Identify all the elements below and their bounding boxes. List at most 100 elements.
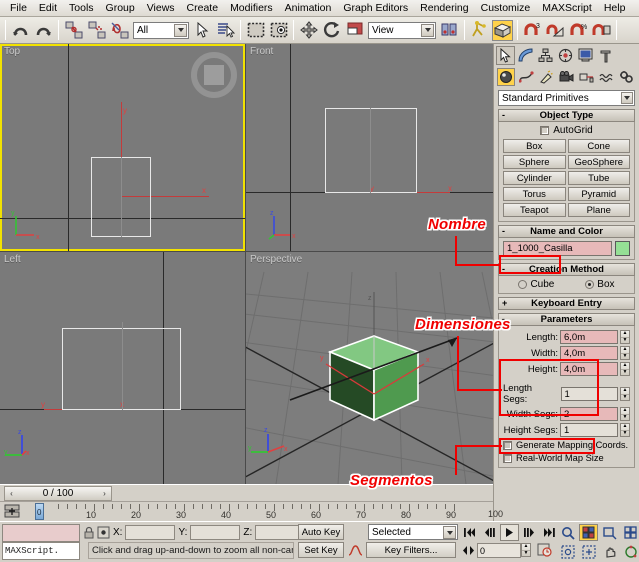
width-spinner[interactable]: ▲▼: [620, 346, 630, 360]
plane-button[interactable]: Plane: [568, 203, 631, 217]
height-spinner[interactable]: ▲▼: [620, 362, 630, 376]
snap-toggle-3-icon[interactable]: 3: [522, 20, 543, 41]
view-cube-face[interactable]: [204, 65, 224, 85]
name-and-color-expander[interactable]: -: [502, 226, 505, 236]
go-to-start-icon[interactable]: [460, 524, 479, 541]
auto-key-button[interactable]: Auto Key: [298, 524, 344, 540]
track-bar-handle[interactable]: [35, 503, 44, 520]
menu-item-maxscript[interactable]: MAXScript: [536, 1, 598, 15]
generate-mapping-coords-checkbox[interactable]: [503, 441, 512, 450]
field-of-view-icon[interactable]: [558, 543, 577, 560]
width-segs-spinner[interactable]: ▲▼: [620, 407, 630, 421]
key-step-icon[interactable]: [461, 543, 475, 558]
named-selection-sets-icon[interactable]: [469, 20, 490, 41]
cylinder-button[interactable]: Cylinder: [503, 171, 566, 185]
teapot-button[interactable]: Teapot: [503, 203, 566, 217]
pan-view-icon[interactable]: [600, 543, 619, 560]
cameras-button[interactable]: [557, 68, 575, 86]
utilities-tab[interactable]: [596, 46, 615, 65]
creation-method-expander[interactable]: -: [502, 264, 505, 274]
display-tab[interactable]: [576, 46, 595, 65]
redo-icon[interactable]: [33, 20, 54, 41]
create-tab[interactable]: [496, 46, 515, 65]
play-animation-icon[interactable]: [500, 524, 519, 541]
window-crossing-icon[interactable]: [268, 20, 289, 41]
zoom-all-icon[interactable]: [579, 524, 598, 541]
angle-snap-toggle-icon[interactable]: [545, 20, 566, 41]
menu-item-create[interactable]: Create: [181, 1, 225, 15]
length-spinner[interactable]: ▲▼: [620, 330, 630, 344]
object-type-expander[interactable]: -: [502, 110, 505, 120]
viewport-top[interactable]: Top y x y x: [0, 44, 245, 251]
modify-tab[interactable]: [516, 46, 535, 65]
menu-item-customize[interactable]: Customize: [475, 1, 537, 15]
select-object-icon[interactable]: [192, 20, 213, 41]
absolute-relative-transform-icon[interactable]: [97, 526, 110, 539]
object-type-header[interactable]: - Object Type: [498, 109, 635, 122]
menu-item-animation[interactable]: Animation: [279, 1, 338, 15]
lights-button[interactable]: [537, 68, 555, 86]
chevron-down-icon[interactable]: [174, 24, 187, 37]
select-and-scale-icon[interactable]: [344, 20, 365, 41]
pyramid-button[interactable]: Pyramid: [568, 187, 631, 201]
current-frame-spinner[interactable]: 0 ▲▼: [477, 543, 531, 558]
autogrid-checkbox[interactable]: [540, 126, 549, 135]
creation-method-header[interactable]: - Creation Method: [498, 263, 635, 276]
arc-rotate-icon[interactable]: [621, 543, 639, 560]
zoom-region-icon[interactable]: [579, 543, 598, 560]
menu-item-help[interactable]: Help: [598, 1, 632, 15]
coord-x-field[interactable]: [125, 525, 175, 540]
set-key-button[interactable]: Set Key: [298, 542, 344, 558]
box-button[interactable]: Box: [503, 139, 566, 153]
cube-radio[interactable]: [518, 280, 527, 289]
geosphere-button[interactable]: GeoSphere: [568, 155, 631, 169]
current-frame-field[interactable]: 0: [477, 543, 521, 558]
go-to-end-icon[interactable]: [540, 524, 559, 541]
rectangular-selection-region-icon[interactable]: [245, 20, 266, 41]
name-field[interactable]: 1_1000_Casilla: [503, 241, 612, 256]
width-field[interactable]: 4,0m: [560, 346, 618, 360]
menu-item-graph-editors[interactable]: Graph Editors: [337, 1, 414, 15]
view-cube-icon[interactable]: [191, 52, 237, 98]
chevron-down-icon[interactable]: [421, 24, 434, 37]
coord-y-field[interactable]: [190, 525, 240, 540]
motion-tab[interactable]: [556, 46, 575, 65]
menu-item-modifiers[interactable]: Modifiers: [224, 1, 279, 15]
torus-button[interactable]: Torus: [503, 187, 566, 201]
menu-item-views[interactable]: Views: [141, 1, 181, 15]
previous-frame-icon[interactable]: [480, 524, 499, 541]
keyboard-entry-header[interactable]: + Keyboard Entry: [498, 297, 635, 310]
length-segs-field[interactable]: 1: [561, 387, 619, 401]
spinner-snap-toggle-icon[interactable]: [591, 20, 612, 41]
key-filters-button[interactable]: Key Filters...: [366, 542, 456, 558]
shapes-button[interactable]: [517, 68, 535, 86]
parameters-header[interactable]: - Parameters: [498, 313, 635, 326]
maxscript-entry-field[interactable]: MAXScript.: [2, 542, 80, 560]
menu-item-edit[interactable]: Edit: [33, 1, 63, 15]
systems-button[interactable]: [617, 68, 635, 86]
select-and-move-icon[interactable]: [298, 20, 319, 41]
length-segs-spinner[interactable]: ▲▼: [620, 387, 630, 401]
hierarchy-tab[interactable]: [536, 46, 555, 65]
current-frame-spinner-arrows[interactable]: ▲▼: [521, 543, 531, 557]
space-warps-button[interactable]: [597, 68, 615, 86]
use-pivot-point-center-icon[interactable]: [439, 20, 460, 41]
bind-to-space-warp-icon[interactable]: [109, 20, 130, 41]
viewport-left[interactable]: Left y x z y x: [0, 252, 245, 484]
height-segs-field[interactable]: 1: [560, 423, 618, 437]
height-segs-spinner[interactable]: ▲▼: [620, 423, 630, 437]
length-field[interactable]: 6,0m: [560, 330, 618, 344]
track-bar[interactable]: 10 20 30 40 50 60 70 80 90: [0, 501, 493, 521]
next-frame-arrow-icon[interactable]: ›: [98, 487, 111, 500]
real-world-map-size-checkbox[interactable]: [503, 454, 512, 463]
tube-button[interactable]: Tube: [568, 171, 631, 185]
sphere-button[interactable]: Sphere: [503, 155, 566, 169]
select-and-link-icon[interactable]: [63, 20, 84, 41]
zoom-extents-icon[interactable]: [600, 524, 619, 541]
name-and-color-header[interactable]: - Name and Color: [498, 225, 635, 238]
geometry-button[interactable]: [497, 68, 515, 86]
zoom-extents-all-icon[interactable]: [621, 524, 639, 541]
object-color-swatch[interactable]: [615, 241, 630, 256]
zoom-icon[interactable]: [558, 524, 577, 541]
padlock-icon[interactable]: [84, 526, 94, 539]
